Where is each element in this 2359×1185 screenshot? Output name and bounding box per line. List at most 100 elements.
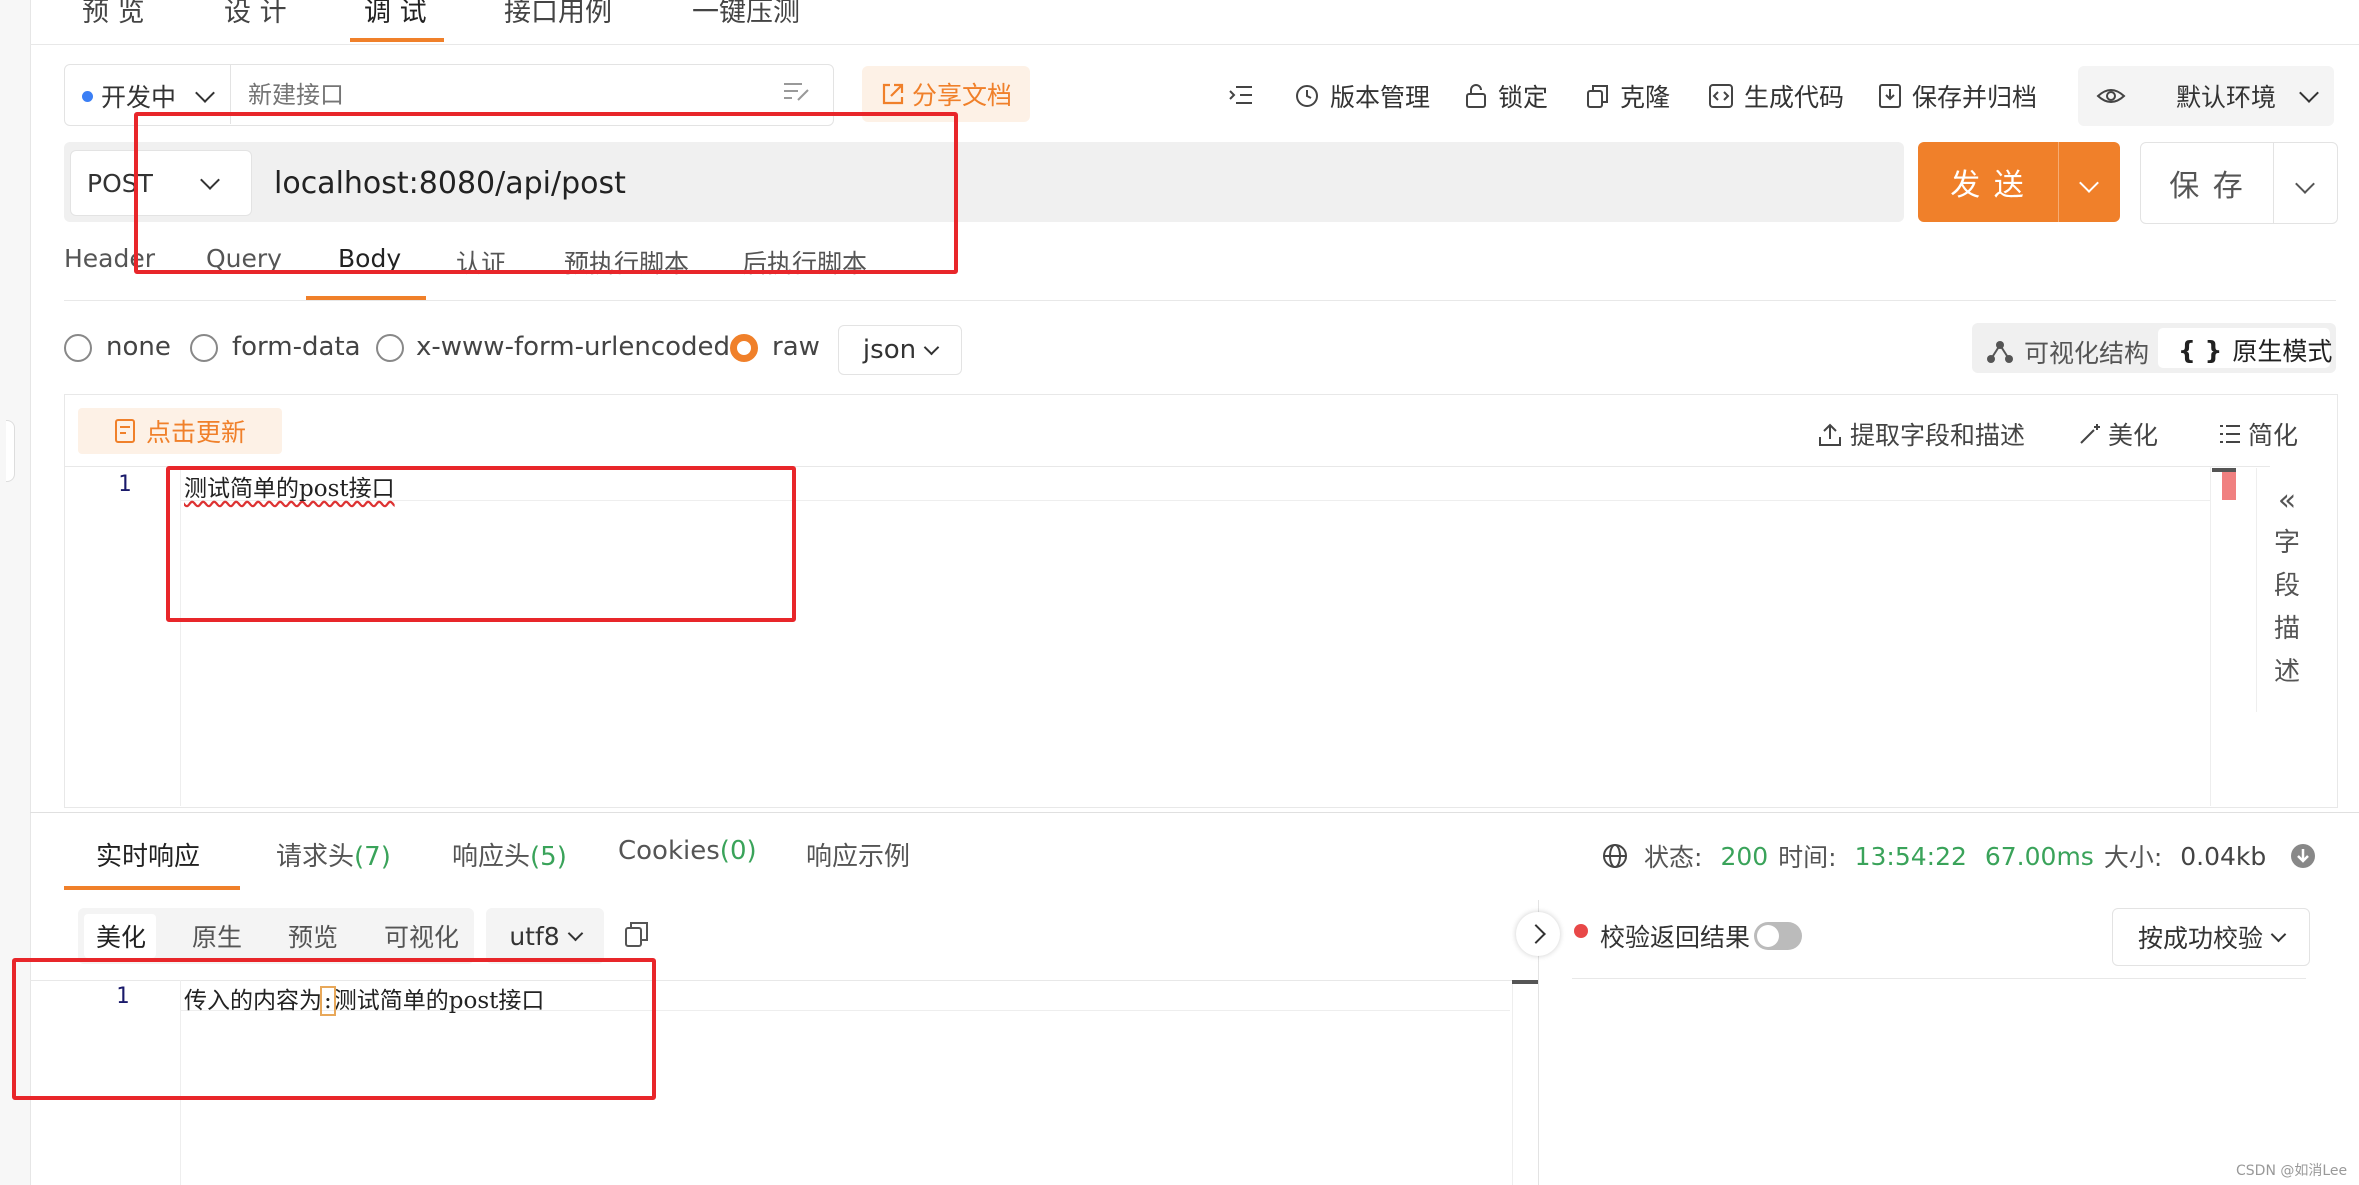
double-chevron-left-icon: « xyxy=(2277,483,2297,518)
download-icon[interactable] xyxy=(2290,843,2316,869)
eye-icon xyxy=(2096,89,2126,103)
resp-scroll-track xyxy=(1512,980,1513,1185)
top-divider xyxy=(30,44,2359,45)
req-headers-count: (7) xyxy=(354,842,391,872)
clone-button[interactable]: 克隆 xyxy=(1586,78,1670,114)
validate-status-dot xyxy=(1574,924,1588,938)
mode-visual-label: 可视化结构 xyxy=(2024,339,2150,368)
save-archive-button[interactable]: 保存并归档 xyxy=(1878,78,2037,114)
copy-icon xyxy=(1587,85,1608,108)
resp-tab-realtime[interactable]: 实时响应 xyxy=(96,836,200,873)
beautify-button[interactable]: 美化 xyxy=(2078,416,2158,452)
fmt-beautify[interactable]: 美化 xyxy=(96,918,146,954)
tab-load-test[interactable]: 一键压测 xyxy=(692,0,800,29)
validate-toggle[interactable] xyxy=(1754,922,1802,950)
tab-preview[interactable]: 预 览 xyxy=(82,0,145,29)
validate-label: 校验返回结果 xyxy=(1600,923,1751,952)
radio-urlencoded[interactable] xyxy=(376,334,404,362)
mode-raw[interactable]: { } 原生模式 xyxy=(2178,332,2332,368)
status-code: 200 xyxy=(1720,841,1769,871)
braces-icon: { } xyxy=(2178,335,2223,365)
resp-tab-cookies[interactable]: Cookies(0) xyxy=(618,836,757,866)
size-value: 0.04kb xyxy=(2180,841,2267,871)
chevron-down-icon xyxy=(2079,173,2099,193)
time-value: 13:54:22 xyxy=(1854,841,1967,871)
field-desc-char: 述 xyxy=(2273,657,2300,687)
tab-design[interactable]: 设 计 xyxy=(224,0,287,29)
time-label: 时间: xyxy=(1778,843,1837,872)
update-button[interactable]: 点击更新 xyxy=(78,408,282,454)
radio-none[interactable] xyxy=(64,334,92,362)
chevron-right-icon xyxy=(1526,924,1546,944)
status-dot-icon xyxy=(82,90,93,102)
radio-form-data[interactable] xyxy=(190,334,218,362)
api-name-input[interactable] xyxy=(246,74,770,116)
share-doc-label: 分享文档 xyxy=(911,81,1012,110)
extract-fields-button[interactable]: 提取字段和描述 xyxy=(1818,416,2025,452)
tab-test-cases[interactable]: 接口用例 xyxy=(504,0,612,29)
chevron-down-icon xyxy=(2295,174,2315,194)
format-select[interactable]: json xyxy=(838,325,962,375)
field-desc-char: 字 xyxy=(2273,528,2300,558)
share-icon xyxy=(882,83,904,105)
copy-icon[interactable] xyxy=(624,920,650,948)
globe-icon xyxy=(1603,844,1627,868)
mode-visual[interactable]: 可视化结构 xyxy=(1986,334,2149,370)
resp-tab-indicator xyxy=(64,886,240,890)
resp-tab-req-headers[interactable]: 请求头(7) xyxy=(276,836,391,873)
send-label: 发 送 xyxy=(1950,168,2026,203)
annotation-box-response xyxy=(12,958,656,1100)
structure-icon xyxy=(1987,341,2013,363)
error-marker xyxy=(2222,472,2236,500)
lock-button[interactable]: 锁定 xyxy=(1464,78,1548,114)
fmt-preview[interactable]: 预览 xyxy=(288,918,338,954)
validate-mode-select[interactable]: 按成功校验 xyxy=(2112,908,2310,966)
format-label: json xyxy=(862,335,917,365)
chevron-down-icon xyxy=(195,83,215,103)
req-tabs-divider xyxy=(64,300,2336,301)
send-button[interactable]: 发 送 xyxy=(1918,142,2120,222)
magic-wand-icon xyxy=(2080,424,2100,444)
update-label: 点击更新 xyxy=(145,418,246,447)
collapse-handle[interactable] xyxy=(6,420,15,482)
chevron-down-icon xyxy=(2299,83,2319,103)
annotation-box-body xyxy=(166,466,796,622)
simplify-label: 简化 xyxy=(2248,421,2299,450)
environment-select[interactable]: 默认环境 xyxy=(2078,66,2334,126)
radio-form-data-label: form-data xyxy=(232,332,361,362)
archive-icon xyxy=(1879,84,1901,108)
send-dropdown[interactable] xyxy=(2059,168,2119,196)
resp-headers-count: (5) xyxy=(530,842,567,872)
generate-code-button[interactable]: 生成代码 xyxy=(1708,78,1844,114)
tab-debug[interactable]: 调 试 xyxy=(364,0,427,29)
version-button[interactable]: 版本管理 xyxy=(1294,78,1430,114)
watermark: CSDN @如消Lee xyxy=(2236,1163,2348,1179)
save-label: 保 存 xyxy=(2169,169,2245,204)
encoding-select[interactable]: utf8 xyxy=(486,908,604,964)
clone-label: 克隆 xyxy=(1620,83,1671,112)
fmt-visual[interactable]: 可视化 xyxy=(384,918,459,954)
field-desc-char: 描 xyxy=(2273,614,2300,644)
save-dropdown[interactable] xyxy=(2274,169,2336,197)
radio-raw[interactable] xyxy=(730,334,758,362)
field-description-panel[interactable]: « 字 段 描 述 xyxy=(2256,468,2317,712)
resp-tab-example[interactable]: 响应示例 xyxy=(806,836,910,873)
radio-urlencoded-label: x-www-form-urlencoded xyxy=(416,332,731,362)
resp-tab-resp-headers[interactable]: 响应头(5) xyxy=(452,836,567,873)
fmt-raw[interactable]: 原生 xyxy=(192,918,242,954)
edit-note-icon[interactable] xyxy=(782,80,812,104)
annotation-box-url xyxy=(134,112,958,274)
status-label: 状态: xyxy=(1644,843,1703,872)
field-desc-char: 段 xyxy=(2273,571,2300,601)
save-button[interactable]: 保 存 xyxy=(2140,142,2338,224)
simplify-button[interactable]: 简化 xyxy=(2218,416,2298,452)
expand-panel-button[interactable] xyxy=(1516,912,1560,956)
save-archive-label: 保存并归档 xyxy=(1912,83,2038,112)
code-icon xyxy=(1709,84,1733,108)
beautify-label: 美化 xyxy=(2108,421,2159,450)
doc-edit-icon xyxy=(114,419,135,443)
outline-icon[interactable] xyxy=(1228,84,1254,106)
status-select[interactable]: 开发中 xyxy=(82,78,215,114)
section-divider xyxy=(30,812,2359,813)
resp-headers-label: 响应头 xyxy=(452,842,531,872)
